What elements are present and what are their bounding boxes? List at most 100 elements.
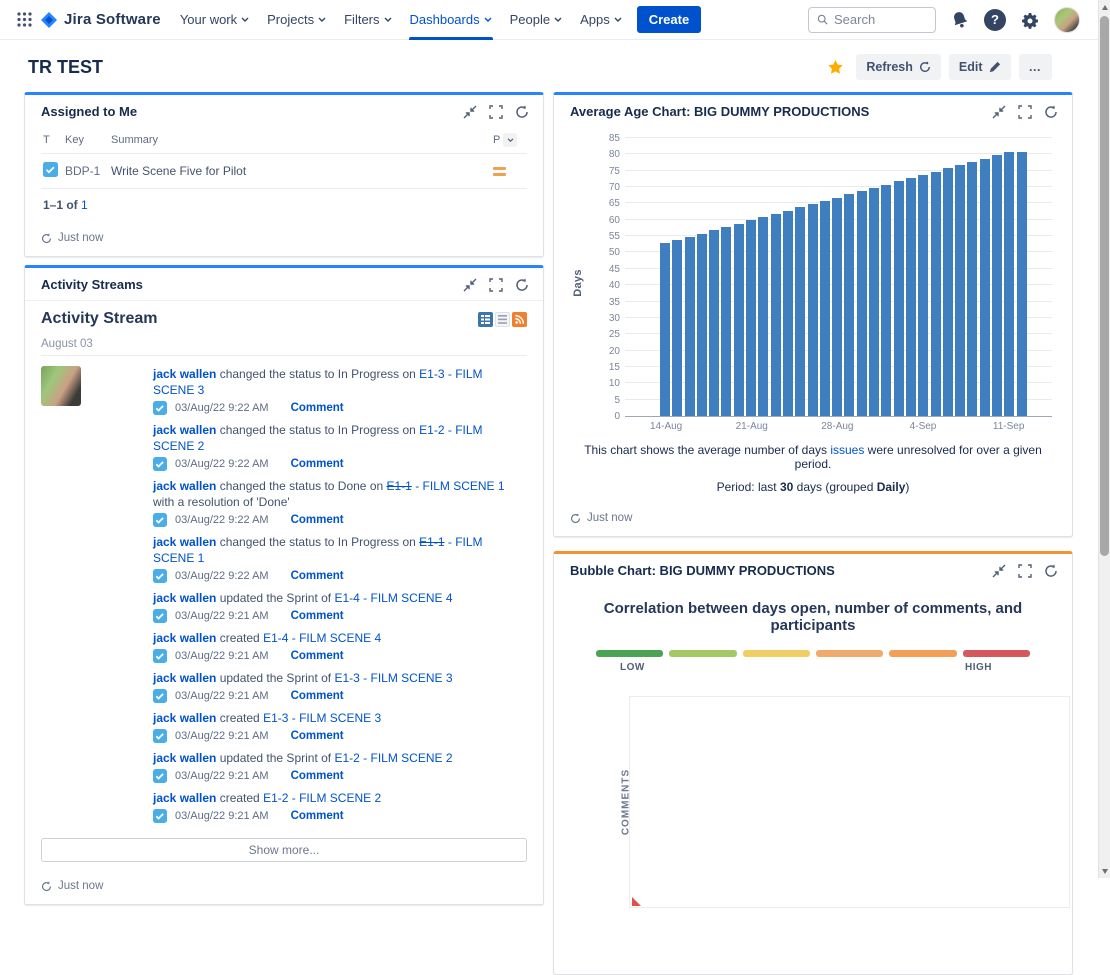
show-more-button[interactable]: Show more... <box>41 838 527 862</box>
bar <box>771 214 781 416</box>
comment-link[interactable]: Comment <box>291 514 344 526</box>
bar <box>1004 152 1014 416</box>
scrollbar-thumb[interactable] <box>1100 16 1109 556</box>
user-link[interactable]: jack wallen <box>153 791 216 805</box>
notifications-bell-icon[interactable] <box>950 10 970 30</box>
minimize-icon[interactable] <box>463 278 477 292</box>
comment-link[interactable]: Comment <box>291 810 344 822</box>
refresh-icon[interactable] <box>515 278 529 292</box>
column-priority[interactable]: P <box>493 133 527 147</box>
column-type[interactable]: T <box>43 134 65 146</box>
legend-color-scale <box>596 650 1030 657</box>
issue-link[interactable]: E1-2 - FILM SCENE 2 <box>263 791 381 805</box>
user-link[interactable]: jack wallen <box>153 367 216 381</box>
favorite-star-icon[interactable] <box>827 59 844 76</box>
legend-high-label: HIGH <box>965 662 992 673</box>
user-link[interactable]: jack wallen <box>153 631 216 645</box>
table-row[interactable]: BDP-1 Write Scene Five for Pilot <box>41 154 527 189</box>
issues-link[interactable]: issues <box>830 443 864 457</box>
column-key[interactable]: Key <box>65 134 111 146</box>
refresh-icon[interactable] <box>1044 105 1058 119</box>
rss-icon[interactable] <box>512 312 527 327</box>
issue-link[interactable]: E1-2 - FILM SCENE 2 <box>334 751 452 765</box>
refresh-icon[interactable] <box>570 513 581 524</box>
comment-link[interactable]: Comment <box>291 690 344 702</box>
user-link[interactable]: jack wallen <box>153 591 216 605</box>
user-link[interactable]: jack wallen <box>153 671 216 685</box>
vertical-scrollbar[interactable] <box>1098 0 1110 878</box>
refresh-icon[interactable] <box>41 881 52 892</box>
more-options-button[interactable]: … <box>1019 54 1053 80</box>
user-link[interactable]: jack wallen <box>153 751 216 765</box>
task-checkbox-icon <box>153 689 167 703</box>
comment-link[interactable]: Comment <box>291 730 344 742</box>
nav-item-your-work[interactable]: Your work <box>171 0 258 40</box>
expand-icon[interactable] <box>489 278 503 292</box>
entry-action-text: changed the status to In Progress on <box>216 535 419 549</box>
issue-summary-link[interactable]: Write Scene Five for Pilot <box>111 164 493 178</box>
issue-link[interactable]: E1-3 - FILM SCENE 3 <box>263 711 381 725</box>
expand-icon[interactable] <box>1018 105 1032 119</box>
priority-sort-chip[interactable] <box>503 133 517 147</box>
detailed-view-icon[interactable] <box>478 312 493 327</box>
refresh-icon[interactable] <box>515 105 529 119</box>
comment-link[interactable]: Comment <box>291 650 344 662</box>
column-summary[interactable]: Summary <box>111 134 493 146</box>
create-button[interactable]: Create <box>637 6 701 33</box>
settings-gear-icon[interactable] <box>1020 10 1040 30</box>
nav-item-filters[interactable]: Filters <box>335 0 400 40</box>
expand-icon[interactable] <box>1018 564 1032 578</box>
comment-link[interactable]: Comment <box>291 570 344 582</box>
scrollbar-down-arrow[interactable] <box>1099 864 1110 878</box>
activity-entry: jack wallen changed the status to In Pro… <box>105 534 527 583</box>
user-link[interactable]: jack wallen <box>153 479 216 493</box>
comment-link[interactable]: Comment <box>291 770 344 782</box>
y-tick-label: 60 <box>588 215 620 226</box>
user-avatar-photo[interactable] <box>41 366 81 406</box>
minimize-icon[interactable] <box>463 105 477 119</box>
issue-link[interactable]: E1-3 - FILM SCENE 3 <box>334 671 452 685</box>
scrollbar-up-arrow[interactable] <box>1099 0 1110 14</box>
nav-item-apps[interactable]: Apps <box>571 0 631 40</box>
bar <box>672 240 682 416</box>
task-checkbox-icon <box>153 729 167 743</box>
bar <box>1017 152 1027 416</box>
nav-item-people[interactable]: People <box>501 0 571 40</box>
jira-logo[interactable]: Jira Software <box>38 11 171 29</box>
issue-link[interactable]: E1-4 - FILM SCENE 4 <box>334 591 452 605</box>
assigned-to-me-header: Assigned to Me <box>25 95 543 127</box>
entry-action-text: changed the status to In Progress on <box>216 367 419 381</box>
nav-item-projects[interactable]: Projects <box>258 0 335 40</box>
gadget-controls <box>992 105 1058 119</box>
user-avatar[interactable] <box>1054 7 1080 33</box>
minimize-icon[interactable] <box>992 564 1006 578</box>
search-input[interactable] <box>834 12 927 27</box>
issue-link[interactable]: E1-4 - FILM SCENE 4 <box>263 631 381 645</box>
nav-item-dashboards[interactable]: Dashboards <box>401 0 501 40</box>
minimize-icon[interactable] <box>992 105 1006 119</box>
activity-streams-gadget: Activity Streams Activity Stream <box>24 265 544 905</box>
refresh-icon[interactable] <box>41 233 52 244</box>
assigned-to-me-body: T Key Summary P BDP-1 Write Scen <box>25 127 543 224</box>
refresh-icon[interactable] <box>1044 564 1058 578</box>
assigned-to-me-gadget: Assigned to Me <box>24 92 544 257</box>
user-link[interactable]: jack wallen <box>153 711 216 725</box>
chevron-down-icon <box>318 17 326 23</box>
comment-link[interactable]: Comment <box>291 610 344 622</box>
issue-link[interactable]: E1-1 - FILM SCENE 1 <box>387 479 505 493</box>
user-link[interactable]: jack wallen <box>153 535 216 549</box>
bar <box>685 237 695 416</box>
page-1-link[interactable]: 1 <box>81 198 88 212</box>
help-icon[interactable]: ? <box>984 9 1006 31</box>
refresh-icon <box>919 61 931 73</box>
edit-button[interactable]: Edit <box>949 54 1011 80</box>
refresh-button[interactable]: Refresh <box>856 54 941 80</box>
global-search[interactable] <box>808 7 936 33</box>
user-link[interactable]: jack wallen <box>153 423 216 437</box>
comment-link[interactable]: Comment <box>291 458 344 470</box>
app-switcher-icon[interactable] <box>10 6 38 34</box>
list-view-icon[interactable] <box>495 312 510 327</box>
comment-link[interactable]: Comment <box>291 402 344 414</box>
issue-key-link[interactable]: BDP-1 <box>65 164 111 178</box>
expand-icon[interactable] <box>489 105 503 119</box>
